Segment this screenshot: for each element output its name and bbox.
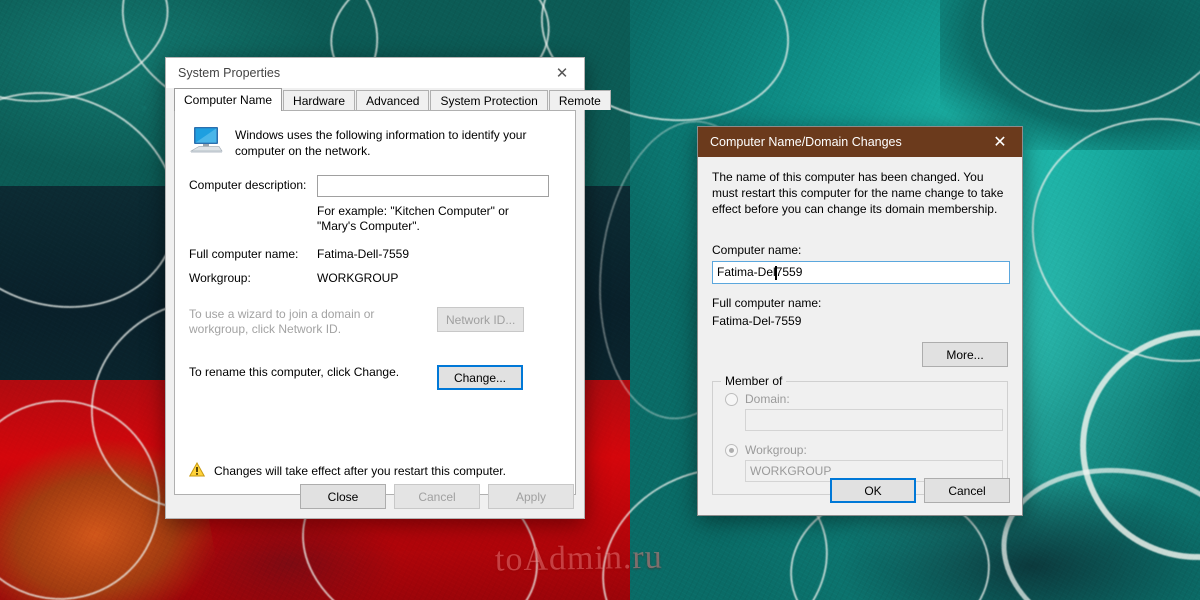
computer-name-input[interactable]: Fatima-Del 7559 — [712, 261, 1010, 284]
network-id-button[interactable]: Network ID... — [437, 307, 525, 332]
domain-changes-title: Computer Name/Domain Changes — [710, 135, 902, 149]
intro-text: Windows uses the following information t… — [235, 128, 527, 158]
tab-hardware[interactable]: Hardware — [283, 90, 356, 110]
ok-button[interactable]: OK — [830, 478, 916, 503]
computer-monitor-icon — [189, 125, 223, 158]
cancel-button[interactable]: Cancel — [924, 478, 1010, 503]
warning-triangle-icon — [188, 461, 206, 480]
computer-name-label: Computer name: — [712, 243, 802, 257]
computer-description-input[interactable] — [317, 175, 549, 197]
cancel-button[interactable]: Cancel — [394, 484, 480, 509]
domain-radio-label: Domain: — [745, 392, 790, 406]
domain-changes-titlebar[interactable]: Computer Name/Domain Changes ✕ — [698, 127, 1022, 157]
domain-radio-row[interactable]: Domain: — [725, 392, 995, 406]
system-properties-titlebar[interactable]: System Properties ✕ — [166, 58, 584, 88]
tab-system-protection[interactable]: System Protection — [430, 90, 548, 110]
intro-block: Windows uses the following information t… — [189, 125, 561, 159]
domain-changes-message: The name of this computer has been chang… — [712, 170, 1004, 216]
domain-radio-icon[interactable] — [725, 392, 738, 406]
close-icon[interactable]: ✕ — [540, 58, 584, 88]
restart-warning: Changes will take effect after you resta… — [188, 461, 506, 480]
workgroup-label: Workgroup: — [189, 271, 251, 285]
more-button-row: More... — [712, 342, 1008, 367]
domain-full-name-label: Full computer name: — [712, 296, 822, 310]
computer-name-domain-changes-dialog: Computer Name/Domain Changes ✕ The name … — [697, 126, 1023, 516]
desktop-background: toAdmin.ru System Properties ✕ Computer … — [0, 0, 1200, 600]
workgroup-radio-icon[interactable] — [725, 443, 738, 457]
computer-description-label: Computer description: — [189, 178, 307, 192]
computer-description-row: Computer description: — [189, 175, 561, 197]
more-button[interactable]: More... — [922, 342, 1008, 367]
computer-name-text-before-caret: Fatima-Del — [717, 265, 776, 279]
rename-row: To rename this computer, click Change. C… — [189, 365, 561, 390]
system-properties-title: System Properties — [178, 66, 281, 80]
domain-changes-footer: OK Cancel — [830, 478, 1010, 503]
system-properties-dialog: System Properties ✕ Computer Name Hardwa… — [165, 57, 611, 519]
workgroup-value: WORKGROUP — [317, 271, 399, 285]
full-computer-name-row: Full computer name: Fatima-Dell-7559 — [189, 244, 561, 261]
full-computer-name-label: Full computer name: — [189, 247, 299, 261]
computer-name-tab-page: Windows uses the following information t… — [174, 110, 576, 495]
apply-button[interactable]: Apply — [488, 484, 574, 509]
change-button[interactable]: Change... — [437, 365, 523, 390]
close-button[interactable]: Close — [300, 484, 386, 509]
rename-description: To rename this computer, click Change. — [189, 365, 400, 379]
computer-description-hint: For example: "Kitchen Computer" or "Mary… — [317, 204, 509, 233]
network-id-description: To use a wizard to join a domain or work… — [189, 307, 375, 336]
workgroup-row: Workgroup: WORKGROUP — [189, 268, 561, 285]
full-computer-name-value: Fatima-Dell-7559 — [317, 247, 410, 261]
tab-remote[interactable]: Remote — [548, 90, 611, 110]
system-properties-footer: Close Cancel Apply — [300, 484, 574, 509]
domain-changes-body: The name of this computer has been chang… — [698, 157, 1022, 515]
tab-advanced[interactable]: Advanced — [356, 90, 430, 110]
domain-full-name-value: Fatima-Del-7559 — [712, 314, 802, 328]
restart-warning-text: Changes will take effect after you resta… — [214, 464, 506, 478]
system-properties-tabstrip: Computer Name Hardware Advanced System P… — [174, 88, 611, 111]
domain-input[interactable] — [745, 409, 1003, 431]
member-of-legend: Member of — [721, 374, 787, 388]
computer-name-text-after-caret: 7559 — [775, 265, 803, 279]
tab-computer-name[interactable]: Computer Name — [174, 88, 283, 111]
close-icon[interactable]: ✕ — [978, 127, 1022, 157]
workgroup-radio-row[interactable]: Workgroup: — [725, 443, 995, 457]
network-id-row: To use a wizard to join a domain or work… — [189, 307, 561, 337]
workgroup-radio-label: Workgroup: — [745, 443, 807, 457]
